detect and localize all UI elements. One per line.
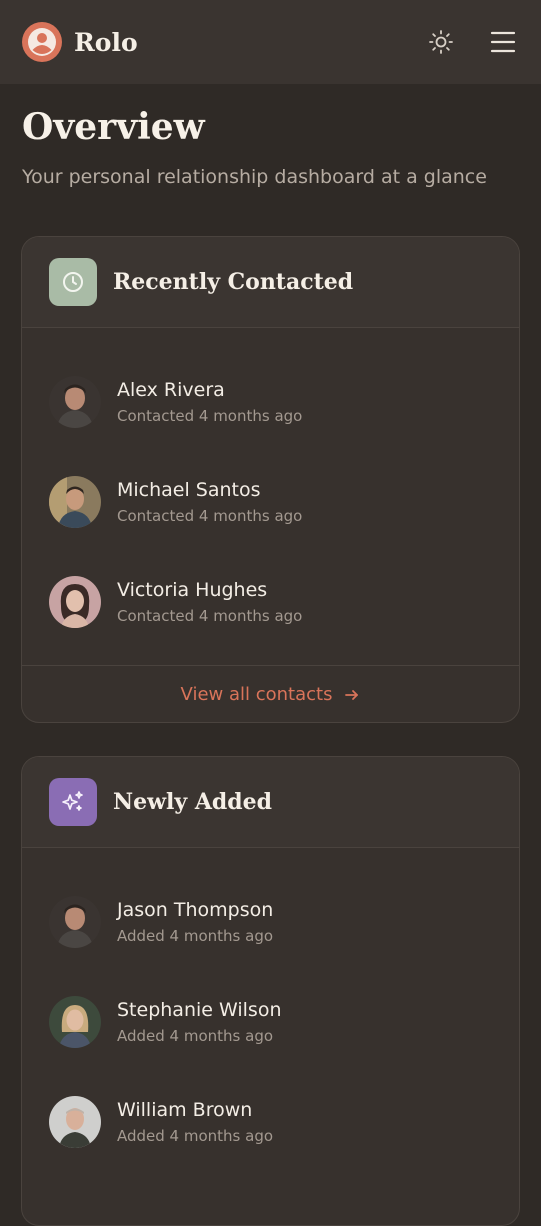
recently-contacted-card: Recently Contacted Alex Rivera Contacted…: [21, 236, 520, 723]
card-title: Recently Contacted: [113, 269, 354, 295]
page-subtitle: Your personal relationship dashboard at …: [22, 166, 487, 188]
view-all-contacts-link[interactable]: View all contacts: [22, 665, 519, 722]
contact-item[interactable]: Michael Santos Contacted 4 months ago: [22, 452, 519, 552]
avatar: [49, 476, 101, 528]
avatar: [49, 896, 101, 948]
card-header: Newly Added: [22, 757, 519, 848]
contact-item[interactable]: William Brown Added 4 months ago: [22, 1072, 519, 1172]
contact-name: Michael Santos: [117, 479, 261, 501]
contact-name: Stephanie Wilson: [117, 999, 282, 1021]
card-header: Recently Contacted: [22, 237, 519, 328]
contact-item[interactable]: Victoria Hughes Contacted 4 months ago: [22, 552, 519, 652]
contact-list: Jason Thompson Added 4 months ago Stepha…: [22, 848, 519, 1172]
user-circle-icon[interactable]: [22, 22, 62, 62]
view-all-label: View all contacts: [180, 684, 333, 705]
contact-item[interactable]: Alex Rivera Contacted 4 months ago: [22, 352, 519, 452]
contact-name: Alex Rivera: [117, 379, 225, 401]
contact-item[interactable]: Jason Thompson Added 4 months ago: [22, 872, 519, 972]
page-title: Overview: [22, 106, 205, 148]
contact-meta: Contacted 4 months ago: [117, 407, 303, 425]
contact-item[interactable]: Stephanie Wilson Added 4 months ago: [22, 972, 519, 1072]
clock-icon: [49, 258, 97, 306]
avatar: [49, 996, 101, 1048]
arrow-right-icon: [345, 689, 359, 700]
contact-meta: Added 4 months ago: [117, 927, 274, 945]
card-title: Newly Added: [113, 789, 273, 815]
sun-icon[interactable]: [425, 26, 457, 58]
hamburger-menu-icon[interactable]: [487, 26, 519, 58]
avatar: [49, 1096, 101, 1148]
contact-meta: Contacted 4 months ago: [117, 507, 303, 525]
avatar: [49, 576, 101, 628]
avatar: [49, 376, 101, 428]
contact-name: Victoria Hughes: [117, 579, 268, 601]
sparkles-icon: [49, 778, 97, 826]
contact-meta: Added 4 months ago: [117, 1127, 274, 1145]
contact-list: Alex Rivera Contacted 4 months ago Micha…: [22, 328, 519, 652]
contact-meta: Added 4 months ago: [117, 1027, 274, 1045]
contact-name: William Brown: [117, 1099, 253, 1121]
newly-added-card: Newly Added Jason Thompson Added 4 month…: [21, 756, 520, 1226]
contact-name: Jason Thompson: [117, 899, 274, 921]
top-bar: Rolo: [0, 0, 541, 84]
contact-meta: Contacted 4 months ago: [117, 607, 303, 625]
app-name[interactable]: Rolo: [74, 28, 138, 57]
